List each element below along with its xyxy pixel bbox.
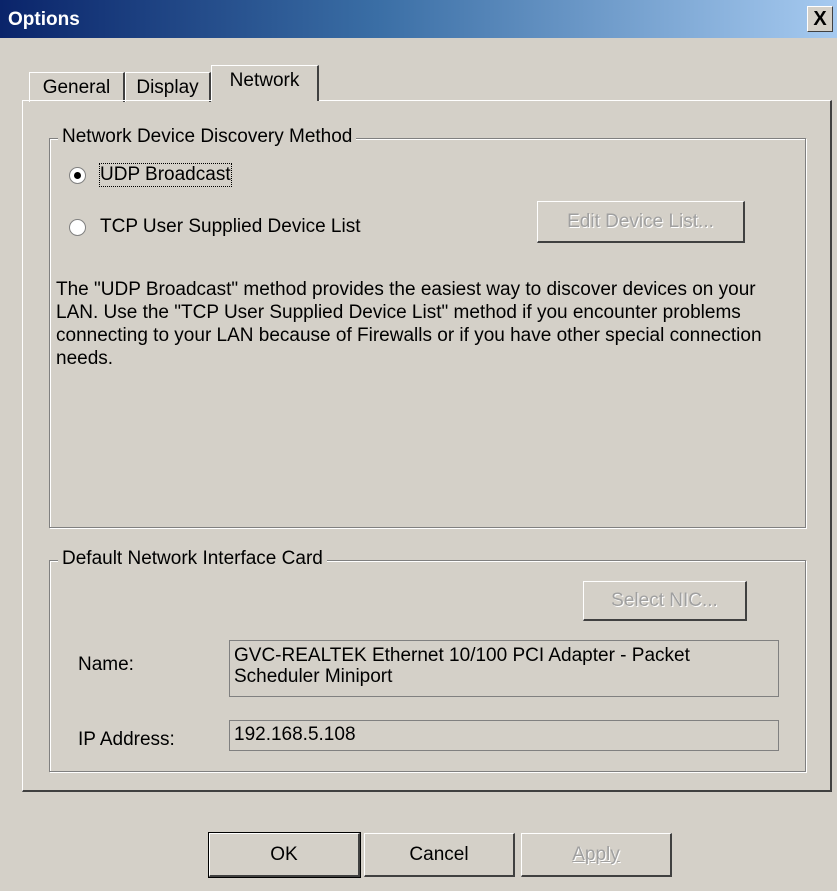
radio-selected-dot bbox=[74, 172, 81, 179]
window-title: Options bbox=[8, 9, 80, 30]
tab-general-label: General bbox=[42, 77, 111, 98]
tab-network[interactable]: Network bbox=[211, 65, 319, 101]
close-icon: X bbox=[813, 8, 827, 30]
options-dialog: Options X General Display Network Networ… bbox=[0, 0, 837, 891]
discovery-method-legend: Network Device Discovery Method bbox=[58, 126, 357, 148]
discovery-description: The "UDP Broadcast" method provides the … bbox=[56, 279, 762, 369]
tcp-device-list-label[interactable]: TCP User Supplied Device List bbox=[100, 216, 360, 238]
udp-broadcast-radio[interactable] bbox=[69, 167, 86, 184]
tab-display[interactable]: Display bbox=[125, 72, 211, 102]
ip-address-label: IP Address: bbox=[78, 729, 175, 750]
ok-button[interactable]: OK bbox=[208, 832, 361, 878]
ip-address-field: 192.168.5.108 bbox=[229, 720, 779, 751]
nic-legend: Default Network Interface Card bbox=[58, 548, 327, 570]
tcp-device-list-radio[interactable] bbox=[69, 219, 86, 236]
network-tab-panel: Network Device Discovery Method UDP Broa… bbox=[22, 100, 832, 792]
title-bar[interactable]: Options X bbox=[0, 0, 837, 38]
select-nic-label: Select NIC... bbox=[611, 590, 718, 611]
nic-name-label: Name: bbox=[78, 654, 134, 675]
select-nic-button[interactable]: Select NIC... bbox=[583, 581, 747, 621]
tab-display-label: Display bbox=[136, 77, 199, 98]
apply-button[interactable]: Apply bbox=[521, 833, 672, 877]
cancel-label: Cancel bbox=[409, 844, 469, 865]
apply-label: Apply bbox=[572, 844, 620, 865]
udp-broadcast-label[interactable]: UDP Broadcast bbox=[99, 163, 232, 187]
edit-device-list-button[interactable]: Edit Device List... bbox=[537, 201, 745, 243]
tab-general[interactable]: General bbox=[29, 72, 125, 102]
nic-name-field: GVC-REALTEK Ethernet 10/100 PCI Adapter … bbox=[229, 640, 779, 697]
ok-label: OK bbox=[270, 844, 298, 865]
close-button[interactable]: X bbox=[807, 6, 833, 32]
edit-device-list-label: Edit Device List... bbox=[567, 211, 714, 232]
tab-network-label: Network bbox=[229, 70, 300, 91]
cancel-button[interactable]: Cancel bbox=[364, 833, 515, 877]
